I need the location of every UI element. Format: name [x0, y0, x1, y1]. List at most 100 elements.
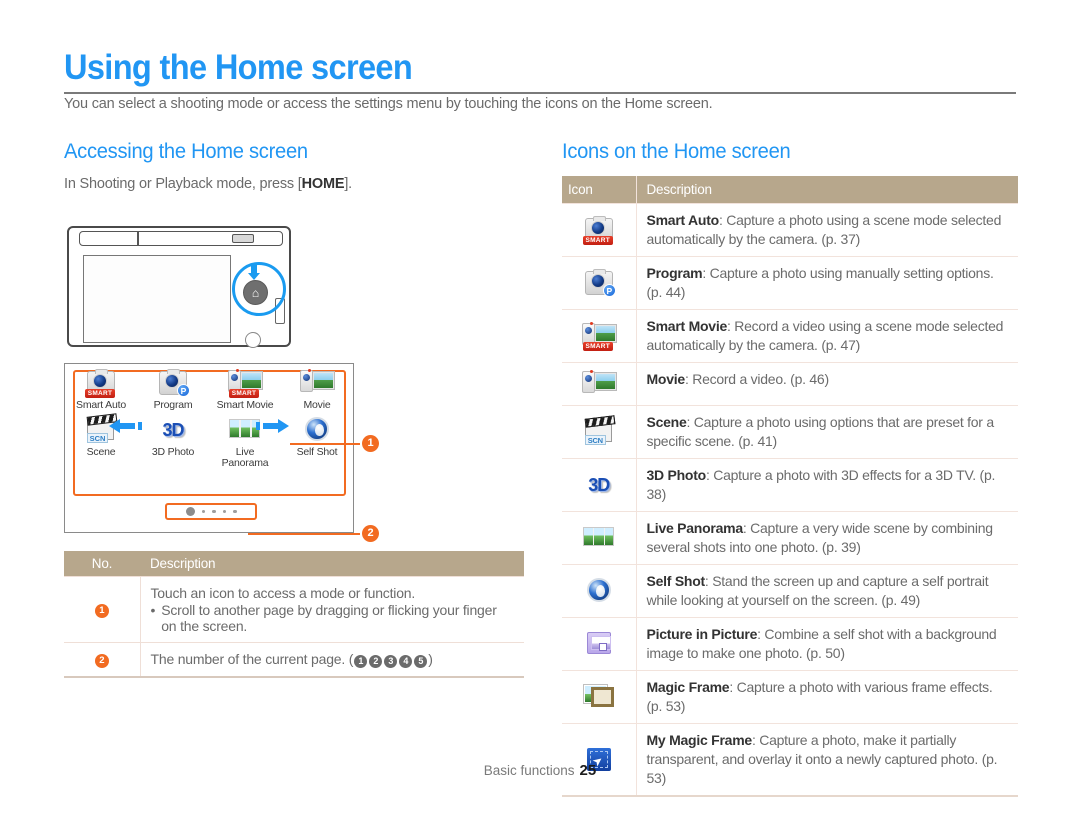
page-number-badge: 4: [399, 655, 413, 668]
icon-cell: [562, 511, 637, 565]
live-panorama-icon: [582, 523, 616, 553]
table-row: Movie: Record a video. (p. 46): [562, 362, 1018, 406]
callout-marker-1: 1: [362, 435, 379, 452]
mode-label: Smart Movie: [216, 399, 274, 411]
smart-auto-icon: SMART: [84, 368, 118, 398]
row-description-cell: Touch an icon to access a mode or functi…: [139, 576, 524, 643]
camera-top-divider: [137, 232, 139, 246]
scroll-left-arrow-icon: [109, 419, 142, 433]
self-shot-icon: [300, 415, 334, 445]
page-title: Using the Home screen: [64, 48, 413, 87]
mode-name: Magic Frame: [646, 679, 730, 695]
table-row: SCN Scene: Capture a photo using options…: [562, 405, 1018, 459]
description-cell: Smart Auto: Capture a photo using a scen…: [636, 204, 1018, 257]
3d-photo-icon: 3D: [162, 420, 184, 440]
page-number-badge: 1: [354, 655, 368, 668]
page-footer: Basic functions 25: [0, 762, 1080, 779]
section-title-accessing: Accessing the Home screen: [64, 140, 308, 163]
left-column: Accessing the Home screen In Shooting or…: [64, 140, 524, 678]
instruction-suffix: ].: [344, 176, 352, 192]
icon-cell: [562, 617, 637, 671]
description-cell: Magic Frame: Capture a photo with variou…: [636, 671, 1018, 724]
table-row: 1 Touch an icon to access a mode or func…: [64, 576, 524, 643]
page-dot: [201, 509, 205, 514]
footer-section-label: Basic functions: [483, 763, 575, 778]
mode-label: Self Shot: [296, 446, 338, 458]
access-instruction: In Shooting or Playback mode, press [HOM…: [64, 176, 524, 192]
mode-scene[interactable]: SCN Scene: [65, 415, 142, 469]
column-header-description: Description: [140, 551, 524, 577]
description-suffix: ): [428, 651, 433, 667]
table-row: My Magic Frame: Capture a photo, make it…: [562, 723, 1018, 796]
mode-description: : Record a video. (p. 46): [684, 371, 829, 387]
mode-program[interactable]: P Program: [137, 368, 209, 411]
movie-icon: [300, 368, 335, 398]
mode-smart-auto[interactable]: SMART Smart Auto: [65, 368, 137, 411]
mode-name: Live Panorama: [646, 520, 744, 536]
mode-self-shot[interactable]: Self Shot: [281, 415, 353, 469]
column-header-icon: Icon: [562, 176, 637, 204]
mode-movie[interactable]: Movie: [281, 368, 353, 411]
circled-number-2: 2: [94, 654, 109, 668]
intro-text: You can select a shooting mode or access…: [64, 96, 713, 112]
icon-cell: [562, 362, 637, 406]
page-indicator[interactable]: [165, 503, 257, 520]
home-screen-mockup: SMART Smart Auto P Program SMART Smart M…: [64, 363, 354, 533]
mode-label: 3D Photo: [151, 446, 195, 458]
live-panorama-icon: [228, 415, 262, 445]
mode-name: Scene: [646, 414, 687, 430]
home-icon: ⌂: [251, 285, 260, 300]
row-number-cell: 1: [64, 577, 140, 643]
mode-name: Picture in Picture: [646, 626, 758, 642]
section-title-icons: Icons on the Home screen: [562, 140, 791, 163]
mode-name: Self Shot: [646, 573, 706, 589]
table-row: 2 The number of the current page. (1 2 3 4 5…: [64, 642, 524, 678]
icon-cell: [562, 670, 637, 724]
mode-label: Scene: [86, 446, 116, 458]
mode-name: 3D Photo: [646, 467, 707, 483]
home-button[interactable]: ⌂: [243, 280, 268, 305]
icon-cell: [562, 564, 637, 618]
camera-knob: [245, 332, 261, 348]
camera-lcd-screen: [83, 255, 231, 343]
program-icon: P: [156, 368, 190, 398]
table-row: Self Shot: Stand the screen up and captu…: [562, 564, 1018, 618]
mode-label: Program: [153, 399, 193, 411]
table-row: Live Panorama: Capture a very wide scene…: [562, 511, 1018, 565]
instruction-prefix: In Shooting or Playback mode, press [: [64, 176, 302, 192]
description-cell: 3D Photo: Capture a photo with 3D effect…: [636, 459, 1018, 512]
mode-3d-photo[interactable]: 3D 3D Photo: [137, 415, 209, 469]
description-cell: Live Panorama: Capture a very wide scene…: [636, 512, 1018, 565]
mode-name: My Magic Frame: [646, 732, 753, 748]
home-screen-icons-table: Icon Description SMART Smart Auto: Captu…: [562, 176, 1018, 797]
mode-smart-movie[interactable]: SMART Smart Movie: [209, 368, 281, 411]
icon-cell: 3D: [562, 458, 637, 512]
table-row: 3D 3D Photo: Capture a photo with 3D eff…: [562, 458, 1018, 512]
page-dot: [222, 509, 226, 514]
row-description-cell: The number of the current page. (1 2 3 4 5): [139, 642, 524, 677]
magic-frame-icon: [582, 682, 616, 712]
mode-label: Smart Auto: [76, 399, 126, 411]
scene-icon: SCN: [582, 417, 616, 447]
table-row: Magic Frame: Capture a photo with variou…: [562, 670, 1018, 724]
page-dot: [212, 509, 216, 514]
mode-label: Live Panorama: [221, 446, 269, 469]
icon-cell: [562, 723, 637, 796]
home-key-label: HOME: [301, 176, 345, 192]
table-row: Picture in Picture: Combine a self shot …: [562, 617, 1018, 671]
description-cell: Scene: Capture a photo using options tha…: [636, 406, 1018, 459]
description-line: Touch an icon to access a mode or functi…: [150, 585, 416, 601]
mode-live-panorama[interactable]: Live Panorama: [209, 415, 289, 469]
bullet-marker: •: [150, 602, 156, 618]
table-header-row: Icon Description: [562, 176, 1018, 204]
callout-leader-line-1: [290, 443, 360, 445]
row-number-cell: 2: [64, 643, 140, 678]
mode-description: : Capture a photo using options that are…: [646, 414, 995, 449]
icon-cell: SMART: [562, 203, 637, 257]
mode-name: Movie: [646, 371, 686, 387]
page-dot: [233, 509, 237, 514]
description-cell: Smart Movie: Record a video using a scen…: [636, 310, 1018, 363]
icon-cell: P: [562, 256, 637, 310]
mode-name: Program: [646, 265, 703, 281]
callout-leader-line-2: [248, 533, 360, 535]
